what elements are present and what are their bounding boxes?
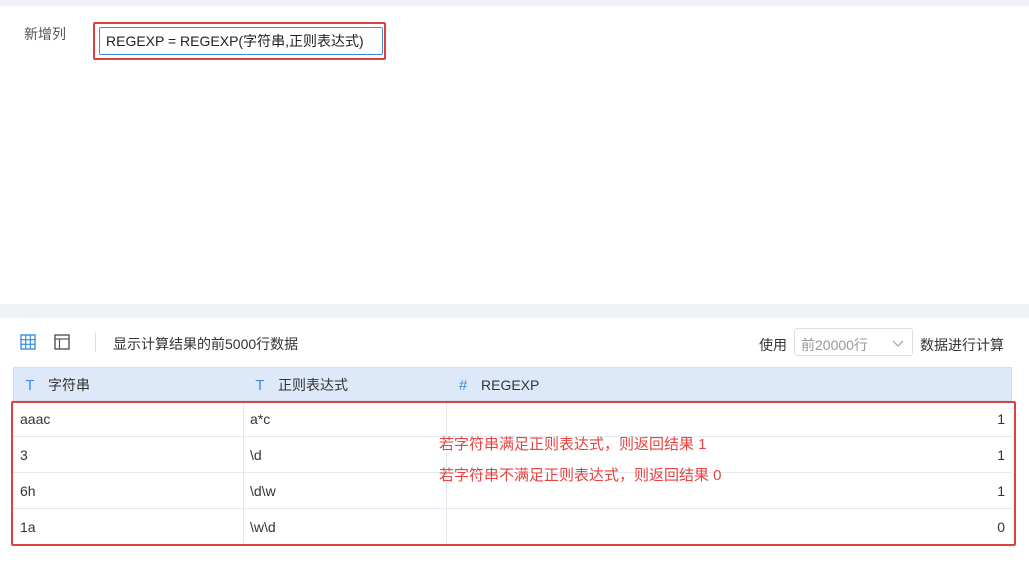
table-row: 1a \w\d 0 [13,509,1012,545]
cell-regex: \w\d [250,519,276,535]
cell-string: 6h [20,483,36,499]
cell-regex: a*c [250,411,271,427]
column-header-label: REGEXP [481,377,540,393]
row-limit-value: 前20000行 [801,337,868,353]
use-label: 使用 [759,337,787,353]
cell-result: 0 [997,519,1005,535]
cell-result: 1 [997,447,1005,463]
chevron-down-icon [892,340,904,347]
column-header-label: 字符串 [48,377,90,393]
toolbar-divider [95,332,96,352]
formula-input[interactable]: REGEXP = REGEXP(字符串,正则表达式) [99,27,383,55]
column-header-regexp[interactable]: # REGEXP [457,368,540,402]
table-header: T 字符串 T 正则表达式 # REGEXP [13,367,1012,401]
text-type-icon: T [25,377,35,394]
annotation-no-match: 若字符串不满足正则表达式，则返回结果 0 [439,467,722,484]
cell-regex: \d\w [250,483,276,499]
new-column-label: 新增列 [24,26,66,42]
column-header-string[interactable]: T 字符串 [24,368,90,402]
column-header-label: 正则表达式 [278,377,348,393]
preview-caption: 显示计算结果的前5000行数据 [113,336,299,352]
cell-regex: \d [250,447,262,463]
column-header-regex[interactable]: T 正则表达式 [254,368,348,402]
layout-icon[interactable] [54,334,70,350]
text-type-icon: T [255,377,265,394]
cell-result: 1 [997,411,1005,427]
cell-string: 3 [20,447,28,463]
row-limit-select[interactable]: 前20000行 [794,328,913,356]
table-row: aaac a*c 1 [13,401,1012,437]
formula-highlight-frame: REGEXP = REGEXP(字符串,正则表达式) [93,22,386,60]
cell-result: 1 [997,483,1005,499]
number-type-icon: # [458,377,468,394]
annotation-match: 若字符串满足正则表达式，则返回结果 1 [439,436,707,453]
preview-toolbar: 显示计算结果的前5000行数据 使用 前20000行 数据进行计算 [0,318,1029,366]
formula-editor-panel: 新增列 REGEXP = REGEXP(字符串,正则表达式) [0,6,1029,304]
cell-string: 1a [20,519,36,535]
cell-string: aaac [20,411,51,427]
calc-label: 数据进行计算 [920,337,1004,353]
grid-icon[interactable] [20,334,36,350]
